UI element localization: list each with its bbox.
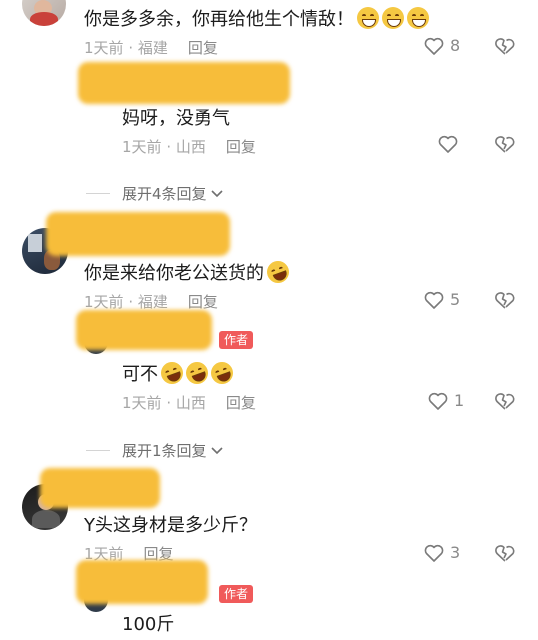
broken-heart-icon: [495, 545, 515, 562]
broken-heart-icon: [495, 393, 515, 410]
rolling-laughing-face-icon: [182, 358, 212, 388]
rolling-laughing-face-icon: [157, 358, 187, 388]
redacted-username: [76, 560, 208, 604]
reply-button[interactable]: 回复: [226, 138, 256, 156]
like-count: 5: [450, 290, 461, 309]
broken-heart-icon: [495, 292, 515, 309]
reply-meta: 1天前 · 山西 回复: [122, 138, 256, 156]
grinning-face-icon: [382, 7, 404, 29]
reply-text: 100斤: [122, 614, 175, 635]
comment-meta: 1天前 · 福建 回复: [84, 293, 218, 311]
reply-button[interactable]: 回复: [188, 39, 218, 57]
like-count: 3: [450, 543, 461, 562]
like-button[interactable]: 1: [428, 391, 464, 410]
commenter-avatar[interactable]: [22, 0, 66, 26]
reply-button[interactable]: 回复: [188, 293, 218, 311]
author-badge: 作者: [219, 331, 254, 349]
comment-meta: 1天前 · 福建 回复: [84, 39, 218, 57]
comment-text: Y头这身材是多少斤？: [84, 515, 257, 536]
expand-replies-button[interactable]: 展开4条回复: [86, 183, 224, 204]
redacted-username: [40, 468, 160, 508]
author-badge: 作者: [219, 585, 254, 603]
heart-icon: [438, 135, 458, 153]
chevron-down-icon: [210, 446, 223, 454]
expand-replies-button[interactable]: 展开1条回复: [86, 440, 224, 461]
like-button[interactable]: 3: [424, 543, 460, 562]
like-button[interactable]: [438, 135, 458, 153]
rolling-laughing-face-icon: [263, 257, 293, 287]
like-button[interactable]: 8: [424, 36, 460, 55]
dislike-button[interactable]: [494, 392, 516, 414]
grinning-face-icon: [407, 7, 429, 29]
heart-icon: [424, 544, 444, 562]
heart-icon: [424, 37, 444, 55]
dislike-button[interactable]: [494, 37, 516, 59]
comment-text: 你是多多余，你再给他生个情敌！: [84, 5, 429, 31]
redacted-username: [78, 62, 290, 104]
reply-text: 可不: [122, 358, 237, 388]
redacted-username: [76, 310, 212, 350]
like-button[interactable]: 5: [424, 290, 460, 309]
chevron-down-icon: [210, 189, 223, 197]
broken-heart-icon: [495, 136, 515, 153]
comment-text: 你是来给你老公送货的: [84, 257, 293, 287]
reply-text: 妈呀，没勇气: [122, 108, 230, 129]
dislike-button[interactable]: [494, 544, 516, 566]
heart-icon: [424, 291, 444, 309]
like-count: 1: [454, 391, 465, 410]
broken-heart-icon: [495, 38, 515, 55]
redacted-username: [46, 212, 230, 256]
divider-line: [86, 193, 110, 194]
divider-line: [86, 450, 110, 451]
reply-button[interactable]: 回复: [226, 394, 256, 412]
grinning-face-icon: [357, 7, 379, 29]
dislike-button[interactable]: [494, 135, 516, 157]
heart-icon: [428, 392, 448, 410]
rolling-laughing-face-icon: [207, 358, 237, 388]
reply-meta: 1天前 · 山西 回复: [122, 394, 256, 412]
like-count: 8: [450, 36, 461, 55]
dislike-button[interactable]: [494, 291, 516, 313]
